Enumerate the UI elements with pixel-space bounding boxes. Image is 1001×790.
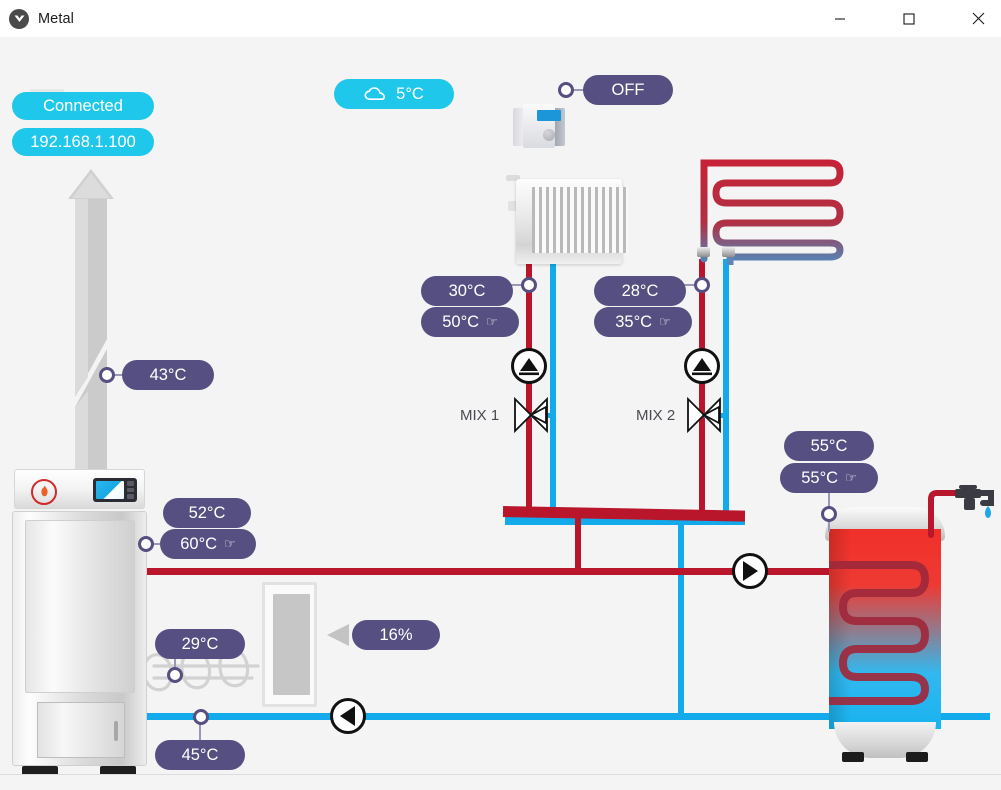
tank-internal-coil [825,529,941,729]
thermostat-screen [537,110,561,121]
window-titlebar: Metal [0,0,1001,38]
tank-sensor-dot [821,506,837,522]
return-temperature-badge[interactable]: 45°C [155,740,245,770]
mix2-temperature-value: 28°C [621,281,659,300]
boiler-control-panel [14,469,145,509]
heating-system-diagram: Connected 192.168.1.100 5°C OFF 43°C 52°… [0,37,1001,774]
boiler-display-icon [93,478,137,502]
boiler-temperature-badge[interactable]: 52°C [163,498,251,528]
tank-setpoint-value: 55°C [801,468,839,487]
faucet-icon [925,485,997,539]
feeder-sensor-dot [167,667,183,683]
window-title: Metal [38,10,74,27]
flue-temperature-value: 43°C [149,365,187,384]
boiler-body [12,511,147,766]
thermostat-device-icon[interactable] [513,104,565,148]
mix1-temperature-badge[interactable]: 30°C [421,276,513,306]
outdoor-temperature-value: 5°C [396,84,424,103]
hand-pointer-icon: ☞ [845,470,857,485]
mix2-setpoint-badge[interactable]: 35°C ☞ [594,307,692,337]
pipe-manifold-cold-drop [678,523,684,718]
window-statusbar [0,774,1001,790]
thermostat-front-panel [523,104,561,148]
floor-heating-coil-icon [690,155,850,269]
tank-temperature-value: 55°C [810,436,848,455]
pipe-mix1-flow [526,262,532,522]
cloud-icon [364,87,386,101]
mix1-setpoint-value: 50°C [442,312,480,331]
mix2-sensor-dot [694,277,710,293]
boiler-door-handle [114,721,118,741]
radiator-icon [506,175,628,268]
flue-sensor-dot [99,367,115,383]
hand-pointer-icon: ☞ [224,536,236,551]
maximize-icon[interactable] [886,0,932,37]
boiler-foot-left [22,766,58,774]
mix1-sensor-dot [521,277,537,293]
hand-pointer-icon: ☞ [659,314,671,329]
mix1-label: MIX 1 [460,407,500,424]
floorcoil-return-nipple [722,247,735,257]
return-sensor-dot [193,709,209,725]
feeder-hopper-icon [262,582,317,707]
flame-icon [31,479,57,505]
mix1-setpoint-badge[interactable]: 50°C ☞ [421,307,519,337]
boiler-setpoint-value: 60°C [180,534,218,553]
boiler-icon[interactable] [12,469,147,774]
boiler-door [37,702,125,758]
minimize-icon[interactable] [817,0,863,37]
feeder-hopper-inner [273,594,310,695]
thermostat-state-label: OFF [611,80,645,99]
hot-water-tank-icon[interactable] [820,507,950,772]
feeder-temperature-badge[interactable]: 29°C [155,629,245,659]
mixing-valve-mix2[interactable] [685,395,723,437]
pump-mix2[interactable] [684,348,720,384]
status-badge-connection[interactable]: Connected [12,92,154,120]
tank-setpoint-badge[interactable]: 55°C ☞ [780,463,878,493]
status-badge-ip[interactable]: 192.168.1.100 [12,128,154,156]
boiler-sensor-dot [138,536,154,552]
mixing-valve-mix1[interactable] [512,395,550,437]
boiler-setpoint-badge[interactable]: 60°C ☞ [160,529,256,559]
fan-power-badge[interactable]: 16% [352,620,440,650]
boiler-temperature-value: 52°C [188,503,226,522]
pipe-mix1-return [550,262,556,517]
return-temperature-value: 45°C [181,745,219,764]
hand-pointer-icon: ☞ [486,314,498,329]
close-icon[interactable] [955,0,1001,37]
boiler-foot-right [100,766,136,774]
mix1-temperature-value: 30°C [448,281,486,300]
outdoor-temperature-badge[interactable]: 5°C [334,79,454,109]
floorcoil-flow-nipple [697,247,710,257]
tank-foot-right [906,752,928,762]
mix2-temperature-badge[interactable]: 28°C [594,276,686,306]
pump-mix1[interactable] [511,348,547,384]
fan-power-value: 16% [379,625,413,644]
pipe-mix2-flow [699,259,705,522]
radiator-body [516,179,628,264]
tank-foot-left [842,752,864,762]
pump-left-icon[interactable] [330,698,366,734]
mix2-label: MIX 2 [636,407,676,424]
pipe-mix2-return [723,259,729,517]
radiator-fins [532,187,628,253]
pump-right-icon[interactable] [732,553,768,589]
pipe-manifold-hot-drop [575,514,581,572]
chimney-icon [68,169,114,509]
tank-temperature-badge[interactable]: 55°C [784,431,874,461]
mix2-setpoint-value: 35°C [615,312,653,331]
thermostat-state-badge[interactable]: OFF [583,75,673,105]
connection-label: Connected [43,96,123,115]
thermostat-connector-dot [558,82,574,98]
flue-temperature-badge[interactable]: 43°C [122,360,214,390]
fan-arrow-icon [325,622,351,653]
ip-address-label: 192.168.1.100 [30,132,136,151]
boiler-upper-panel [25,520,135,693]
app-logo-icon [9,8,29,29]
thermostat-knob [543,129,555,141]
feeder-temperature-value: 29°C [181,634,219,653]
